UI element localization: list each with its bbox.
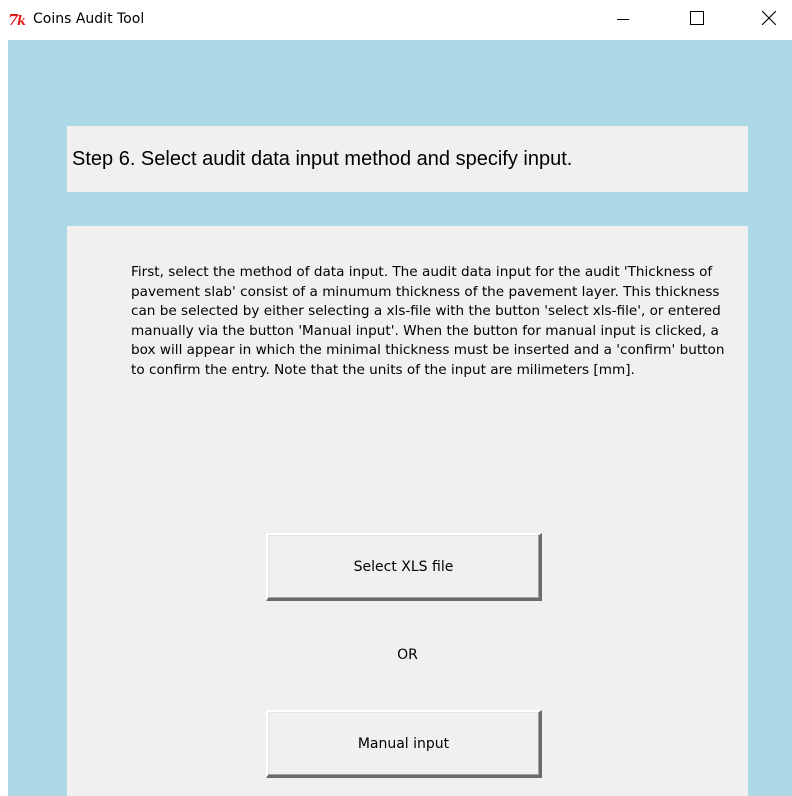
maximize-button[interactable] xyxy=(674,0,720,38)
close-icon xyxy=(761,10,777,29)
minimize-icon xyxy=(617,10,629,29)
step-header: Step 6. Select audit data input method a… xyxy=(67,126,748,192)
step-title: Step 6. Select audit data input method a… xyxy=(72,148,573,170)
or-label: OR xyxy=(397,647,418,663)
tk-feather-icon: 7 k xyxy=(8,10,28,29)
content-panel: First, select the method of data input. … xyxy=(67,226,748,796)
select-xls-file-button[interactable]: Select XLS file xyxy=(266,533,542,601)
instructions-text: First, select the method of data input. … xyxy=(131,264,725,378)
close-button[interactable] xyxy=(746,0,792,38)
manual-input-button[interactable]: Manual input xyxy=(266,710,542,778)
client-area: Step 6. Select audit data input method a… xyxy=(8,40,792,796)
title-bar[interactable]: 7 k Coins Audit Tool xyxy=(0,0,792,40)
window-title: Coins Audit Tool xyxy=(33,11,145,27)
minimize-button[interactable] xyxy=(600,0,646,38)
maximize-icon xyxy=(690,10,704,29)
app-window: 7 k Coins Audit Tool Step 6. Select audi… xyxy=(0,0,792,796)
svg-text:k: k xyxy=(17,14,26,28)
